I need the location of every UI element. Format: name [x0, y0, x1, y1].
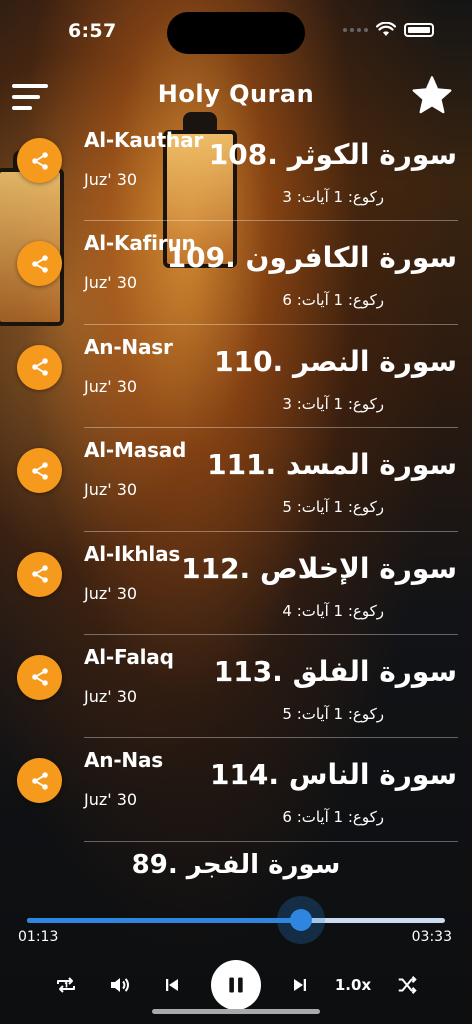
list-item[interactable]: Al-Masad Juz' 30 111. سورة المسد ركوع: 1… — [0, 428, 472, 532]
surah-english-name: An-Nasr — [84, 334, 173, 359]
list-item[interactable]: Al-Kafirun Juz' 30 109. سورة الكافرون رك… — [0, 221, 472, 325]
share-button[interactable] — [17, 551, 62, 597]
share-button[interactable] — [17, 138, 62, 183]
surah-juz: Juz' 30 — [84, 583, 138, 603]
surah-ruku-ayat: ركوع: 1 آيات: 5 — [282, 498, 384, 517]
surah-ruku-ayat: ركوع: 1 آيات: 3 — [282, 188, 384, 206]
battery-icon — [404, 22, 434, 37]
shuffle-button[interactable] — [392, 960, 422, 1010]
surah-juz: Juz' 30 — [84, 376, 138, 396]
signal-icon — [343, 27, 368, 32]
share-icon — [31, 358, 48, 376]
total-time: 03:33 — [411, 929, 452, 945]
surah-ruku-ayat: ركوع: 1 آيات: 4 — [282, 601, 384, 620]
shuffle-icon — [398, 976, 417, 994]
share-icon — [31, 668, 48, 687]
next-icon — [294, 979, 306, 991]
list-item[interactable]: An-Nas Juz' 30 114. سورة الناس ركوع: 1 آ… — [0, 738, 472, 842]
surah-arabic-name: 109. سورة الكافرون — [166, 241, 457, 275]
surah-juz: Juz' 30 — [84, 480, 138, 500]
surah-english-name: An-Nas — [84, 748, 163, 773]
share-icon — [31, 461, 48, 480]
player-controls: 1.0x — [0, 960, 472, 1010]
volume-icon — [111, 978, 129, 992]
surah-ruku-ayat: ركوع: 1 آيات: 6 — [282, 808, 384, 827]
now-playing-title: 89. سورة الفجر — [131, 850, 341, 880]
share-icon — [31, 565, 48, 583]
share-button[interactable] — [17, 344, 62, 390]
surah-english-name: Al-Kauthar — [84, 128, 204, 152]
list-item[interactable]: Al-Ikhlas Juz' 30 112. سورة الإخلاص ركوع… — [0, 532, 472, 635]
share-button[interactable] — [17, 654, 62, 700]
list-item[interactable]: Al-Kauthar Juz' 30 108. سورة الكوثر ركوع… — [0, 118, 472, 222]
progress-slider[interactable] — [27, 896, 445, 944]
app-header: Holy Quran — [0, 72, 472, 122]
share-button[interactable] — [17, 758, 62, 804]
progress-thumb[interactable] — [289, 909, 312, 931]
surah-ruku-ayat: ركوع: 1 آيات: 5 — [282, 704, 384, 723]
surah-juz: Juz' 30 — [84, 790, 138, 810]
pause-icon — [229, 977, 243, 993]
share-icon — [31, 151, 48, 170]
surah-arabic-name: 114. سورة الناس — [209, 758, 457, 792]
status-time: 6:57 — [68, 20, 117, 42]
surah-arabic-name: 113. سورة الفلق — [213, 654, 457, 688]
star-icon — [412, 76, 452, 114]
divider — [84, 840, 458, 842]
share-icon — [31, 255, 48, 273]
surah-ruku-ayat: ركوع: 1 آيات: 3 — [282, 394, 384, 413]
pause-button[interactable] — [211, 960, 261, 1010]
status-icons — [343, 22, 434, 37]
page-title: Holy Quran — [157, 80, 315, 108]
speed-button[interactable]: 1.0x — [334, 960, 372, 1010]
dynamic-island — [167, 12, 305, 54]
favorites-button[interactable] — [410, 74, 454, 118]
surah-juz: Juz' 30 — [84, 170, 138, 189]
wifi-icon — [376, 22, 396, 36]
volume-button[interactable] — [104, 960, 136, 1010]
surah-arabic-name: 112. سورة الإخلاص — [181, 551, 457, 585]
home-indicator — [152, 1009, 320, 1014]
next-button[interactable] — [286, 960, 314, 1010]
surah-ruku-ayat: ركوع: 1 آيات: 6 — [282, 291, 384, 310]
surah-arabic-name: 110. سورة النصر — [214, 344, 457, 378]
surah-english-name: Al-Masad — [84, 438, 187, 463]
share-icon — [31, 772, 48, 790]
surah-list[interactable]: Al-Kauthar Juz' 30 108. سورة الكوثر ركوع… — [0, 118, 472, 842]
surah-english-name: Al-Falaq — [84, 644, 174, 669]
repeat-one-icon — [57, 977, 75, 993]
surah-juz: Juz' 30 — [84, 273, 138, 293]
surah-arabic-name: 108. سورة الكوثر — [208, 138, 457, 171]
surah-juz: Juz' 30 — [84, 686, 138, 706]
elapsed-time: 01:13 — [18, 929, 59, 945]
list-item[interactable]: An-Nasr Juz' 30 110. سورة النصر ركوع: 1 … — [0, 325, 472, 429]
repeat-button[interactable] — [50, 960, 82, 1010]
previous-button[interactable] — [158, 960, 186, 1010]
list-item[interactable]: Al-Falaq Juz' 30 113. سورة الفلق ركوع: 1… — [0, 635, 472, 739]
previous-icon — [166, 979, 178, 991]
progress-fill — [27, 918, 301, 923]
surah-arabic-name: 111. سورة المسد — [207, 448, 457, 482]
share-button[interactable] — [17, 241, 62, 287]
status-bar: 6:57 — [0, 0, 472, 60]
surah-english-name: Al-Ikhlas — [84, 541, 181, 566]
share-button[interactable] — [17, 448, 62, 494]
